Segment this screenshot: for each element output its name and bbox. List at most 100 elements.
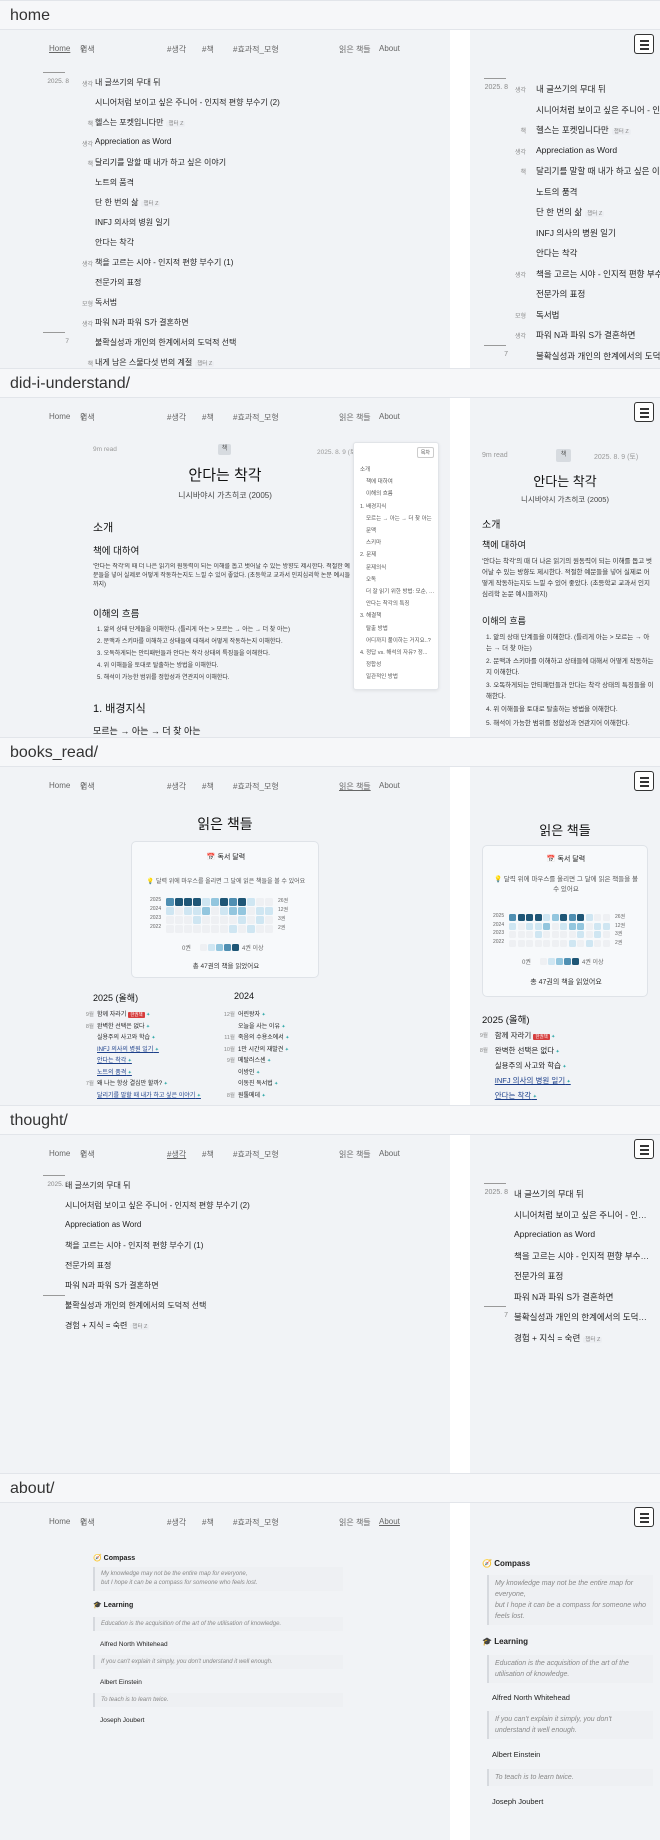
- post-title[interactable]: 독서법: [536, 309, 660, 321]
- book-title[interactable]: 이방인 ✦: [238, 1067, 260, 1076]
- post-title[interactable]: 안다는 착각: [95, 237, 134, 248]
- heatmap-cell[interactable]: [543, 922, 550, 930]
- heatmap-cell[interactable]: [175, 898, 183, 906]
- heatmap-cell[interactable]: [184, 916, 192, 924]
- post-title[interactable]: 내게 남은 스물다섯 번의 계절 챕터 Z: [95, 357, 215, 368]
- heatmap-cell[interactable]: [543, 931, 550, 938]
- nav-tag-effective[interactable]: #효과적_모형: [233, 781, 279, 792]
- heatmap-cell[interactable]: [211, 925, 219, 933]
- list-item[interactable]: 파워 N과 파워 S가 결혼하면: [484, 1290, 660, 1304]
- toc-item[interactable]: 책에 대하여: [366, 477, 438, 485]
- nav-tag-effective[interactable]: #효과적_모형: [233, 44, 279, 55]
- book-title[interactable]: INFJ 의사의 병원 일기 ✦: [97, 1044, 159, 1053]
- heatmap-cell[interactable]: [193, 898, 201, 906]
- book-row[interactable]: 12월 어린왕자 ✦: [223, 1009, 373, 1019]
- post-title[interactable]: 시니어처럼 보이고 싶은 주니어 - 인지적 편향 부수기 (2): [536, 104, 660, 116]
- book-row[interactable]: 달리기를 말할 때 내가 하고 싶은 이야기 ✦: [82, 1090, 232, 1100]
- heatmap-cell[interactable]: [247, 907, 255, 915]
- heatmap-cell[interactable]: [594, 931, 601, 938]
- heatmap-cell[interactable]: [551, 922, 559, 930]
- post-title[interactable]: 달리기를 말할 때 내가 하고 싶은 이야기: [95, 157, 226, 168]
- list-item[interactable]: 전문가의 표정: [43, 1259, 443, 1273]
- nav-books-read[interactable]: 읽은 책들: [339, 1149, 371, 1160]
- nav-home[interactable]: Home: [49, 781, 70, 790]
- list-item[interactable]: 안다는 착각: [484, 246, 660, 260]
- heatmap-cell[interactable]: [166, 916, 174, 924]
- book-row[interactable]: 8월 원툴메데 ✦: [223, 1090, 373, 1100]
- book-row[interactable]: 9월 함께 자라기 한권책 ✦: [82, 1009, 232, 1019]
- post-title[interactable]: 파워 N과 파워 S가 결혼하면: [95, 317, 189, 328]
- nav-tag-effective[interactable]: #효과적_모형: [233, 412, 279, 423]
- list-item[interactable]: 안다는 착각: [43, 236, 443, 250]
- hamburger-menu-button[interactable]: [634, 34, 654, 54]
- nav-books-read[interactable]: 읽은 책들: [339, 412, 371, 423]
- heatmap-cell[interactable]: [184, 925, 192, 933]
- heatmap-cell[interactable]: [577, 939, 584, 947]
- post-title[interactable]: 전문가의 표정: [514, 1270, 650, 1282]
- post-title[interactable]: 내 글쓰기의 무대 뒤: [95, 77, 161, 88]
- heatmap-cell[interactable]: [256, 916, 264, 924]
- heatmap-cell[interactable]: [229, 916, 237, 924]
- hamburger-menu-button[interactable]: [634, 1507, 654, 1527]
- post-title[interactable]: INFJ 의사의 병원 일기: [536, 227, 660, 239]
- heatmap-cell[interactable]: [175, 907, 183, 915]
- heatmap-cell[interactable]: [560, 914, 567, 921]
- post-title[interactable]: Appreciation as Word: [65, 1220, 141, 1229]
- heatmap-cell[interactable]: [577, 922, 584, 930]
- list-item[interactable]: 책을 고르는 시야 - 인지적 편향 부수기 (1): [43, 1239, 443, 1253]
- article-tag[interactable]: 책: [218, 444, 231, 455]
- heatmap-cell[interactable]: [509, 914, 516, 921]
- post-title[interactable]: 내 글쓰기의 무대 뒤: [514, 1188, 650, 1200]
- list-item[interactable]: 모형 독서법: [484, 308, 660, 322]
- nav-tag-book[interactable]: #책: [202, 1517, 214, 1528]
- book-row[interactable]: 11월 죽음의 수용소에서 ✦: [223, 1032, 373, 1042]
- nav-tag-book[interactable]: #책: [202, 412, 214, 423]
- list-item[interactable]: 전문가의 표정: [484, 1269, 660, 1283]
- heatmap-cell[interactable]: [534, 931, 542, 938]
- heatmap-cell[interactable]: [543, 914, 550, 921]
- book-row[interactable]: 이방인 ✦: [223, 1067, 373, 1077]
- post-title[interactable]: 시니어처럼 보이고 싶은 주니어 - 인지적 편향 부수기 (2): [65, 1200, 250, 1211]
- heatmap-cell[interactable]: [202, 925, 210, 933]
- list-item[interactable]: 시니어처럼 보이고 싶은 주니어 - 인지적 편향 부수기 (2): [43, 96, 443, 110]
- book-title[interactable]: 함께 자라기 한권책 ✦: [495, 1030, 555, 1041]
- book-title[interactable]: 오늘을 사는 이유 ✦: [238, 1021, 286, 1030]
- post-title[interactable]: 책을 고르는 시야 - 인지적 편향 부수기 (1): [65, 1240, 203, 1251]
- heatmap-cell[interactable]: [602, 922, 610, 930]
- heatmap-cell[interactable]: [211, 916, 219, 924]
- book-row[interactable]: 9월 메탈러스센 ✦: [223, 1055, 373, 1065]
- nav-tag-thought[interactable]: #생각: [167, 412, 186, 423]
- post-title[interactable]: 달리기를 말할 때 내가 하고 싶은 이야기: [536, 165, 660, 177]
- heatmap-cell[interactable]: [184, 907, 192, 915]
- list-item[interactable]: 2025. 8 생각 내 글쓰기의 무대 뒤: [43, 72, 443, 90]
- heatmap-cell[interactable]: [602, 931, 610, 938]
- heatmap-cell[interactable]: [193, 907, 201, 915]
- toc-item[interactable]: 어디까지 풀이하는 거지요..?: [366, 636, 438, 644]
- post-title[interactable]: 파워 N과 파워 S가 결혼하면: [536, 329, 660, 341]
- heatmap-cell[interactable]: [568, 914, 576, 921]
- heatmap-cell[interactable]: [220, 916, 228, 924]
- list-item[interactable]: 2025. 8내 글쓰기의 무대 뒤: [43, 1175, 443, 1193]
- list-item[interactable]: 생각 Appreciation as Word: [484, 144, 660, 158]
- book-title[interactable]: 원툴메데 ✦: [238, 1090, 266, 1099]
- nav-about[interactable]: About: [379, 1517, 400, 1526]
- heatmap-cell[interactable]: [211, 907, 219, 915]
- toc-item[interactable]: 정합성: [366, 660, 438, 668]
- book-row[interactable]: 7월 왜 나는 항상 결심만 할까? ✦: [82, 1078, 232, 1088]
- toc-item[interactable]: 모르는 → 아는 → 더 찾 아는: [366, 514, 438, 522]
- nav-about[interactable]: About: [379, 412, 400, 421]
- post-title[interactable]: 파워 N과 파워 S가 결혼하면: [514, 1291, 650, 1303]
- list-item[interactable]: Appreciation as Word: [484, 1228, 660, 1242]
- heatmap-cell[interactable]: [166, 907, 174, 915]
- list-item[interactable]: 시니어처럼 보이고 싶은 주니어 - 인지적 편향 부수기 (2): [484, 1208, 660, 1222]
- book-title[interactable]: 죽음의 수용소에서 ✦: [238, 1032, 289, 1041]
- list-item[interactable]: 7불확실성과 개인의 한계에서의 도덕적 선택: [43, 1295, 443, 1313]
- list-item[interactable]: 노트의 품격: [484, 185, 660, 199]
- nav-tag-thought[interactable]: #생각: [167, 1517, 186, 1528]
- heatmap-cell[interactable]: [166, 898, 174, 906]
- nav-tag-book[interactable]: #책: [202, 781, 214, 792]
- list-item[interactable]: 생각 책을 고르는 시야 - 인지적 편향 부수기 (1): [484, 267, 660, 281]
- post-title[interactable]: 헬스는 포켓입니다만 챕터 Z: [536, 124, 660, 136]
- list-item[interactable]: 7불확실성과 개인의 한계에서의 도덕적 선택: [484, 344, 660, 363]
- heatmap-cell[interactable]: [526, 922, 533, 930]
